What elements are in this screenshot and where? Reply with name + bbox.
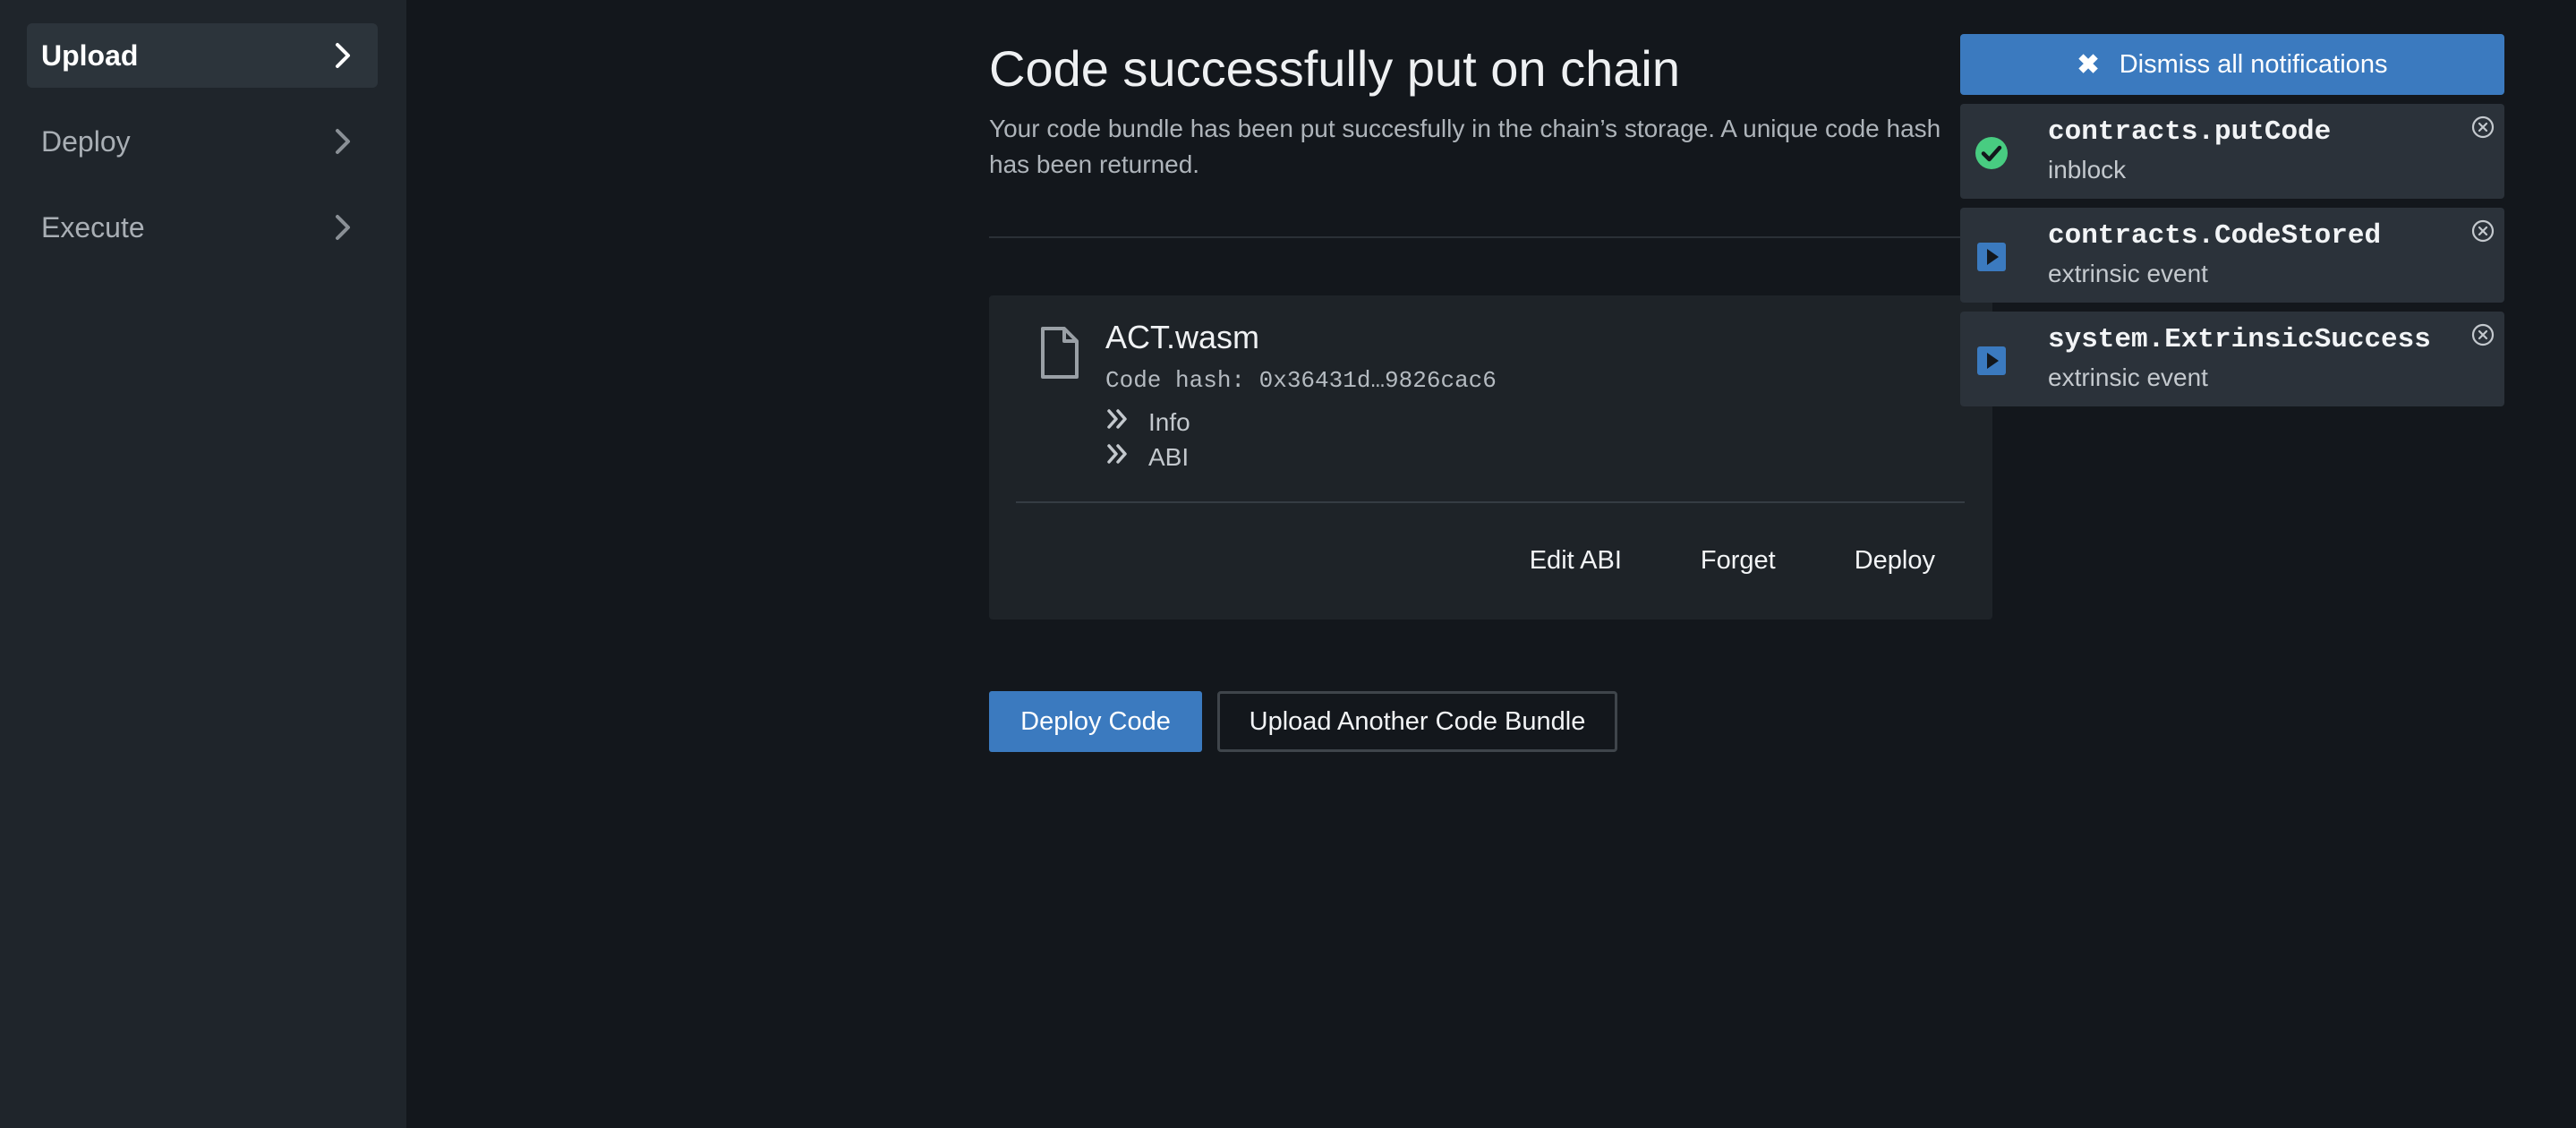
file-icon <box>1039 326 1080 380</box>
notification-status: inblock <box>2048 156 2127 184</box>
sidebar-item-execute[interactable]: Execute <box>27 195 378 260</box>
chevron-right-icon <box>329 214 356 241</box>
page-title: Code successfully put on chain <box>989 40 1680 97</box>
notification-item: system.ExtrinsicSuccess extrinsic event <box>1960 312 2504 406</box>
close-circle-icon[interactable] <box>2470 218 2495 244</box>
close-icon: ✖ <box>2077 49 2100 80</box>
upload-another-button[interactable]: Upload Another Code Bundle <box>1217 691 1617 752</box>
notification-status: extrinsic event <box>2048 363 2208 391</box>
close-circle-icon[interactable] <box>2470 322 2495 347</box>
sidebar-item-deploy[interactable]: Deploy <box>27 109 378 174</box>
notification-title: contracts.putCode <box>2048 116 2332 148</box>
check-circle-icon <box>1975 136 2009 170</box>
play-square-icon <box>1975 344 2009 378</box>
info-expander[interactable]: Info <box>1105 406 1190 438</box>
code-bundle-card: ACT.wasm Code hash: 0x36431d…9826cac6 In… <box>989 295 1992 620</box>
double-chevron-right-icon <box>1105 441 1148 473</box>
notification-item: contracts.putCode inblock <box>1960 104 2504 199</box>
card-divider <box>1016 501 1965 503</box>
double-chevron-right-icon <box>1105 406 1148 438</box>
code-hash: Code hash: 0x36431d…9826cac6 <box>1105 367 1497 394</box>
sidebar-item-label: Deploy <box>41 124 131 158</box>
sidebar-item-upload[interactable]: Upload <box>27 23 378 88</box>
notification-status: extrinsic event <box>2048 260 2208 287</box>
play-square-icon <box>1975 240 2009 274</box>
chevron-right-icon <box>329 42 356 69</box>
dismiss-all-button[interactable]: ✖ Dismiss all notifications <box>1960 34 2504 95</box>
notification-title: system.ExtrinsicSuccess <box>2048 324 2431 355</box>
card-actions: Edit ABI Forget Deploy <box>1530 546 1935 576</box>
expander-label: ABI <box>1148 442 1190 471</box>
forget-button[interactable]: Forget <box>1701 546 1776 576</box>
page-subtitle: Your code bundle has been put succesfull… <box>989 115 1941 178</box>
divider <box>989 236 1992 238</box>
file-name: ACT.wasm <box>1105 319 1260 355</box>
sidebar: Upload Deploy Execute <box>0 0 406 1128</box>
edit-abi-button[interactable]: Edit ABI <box>1530 546 1622 576</box>
sidebar-item-label: Upload <box>41 38 139 72</box>
deploy-code-button[interactable]: Deploy Code <box>989 691 1202 752</box>
notification-item: contracts.CodeStored extrinsic event <box>1960 208 2504 303</box>
deploy-button[interactable]: Deploy <box>1855 546 1935 576</box>
notification-title: contracts.CodeStored <box>2048 220 2382 252</box>
close-circle-icon[interactable] <box>2470 115 2495 140</box>
expander-label: Info <box>1148 407 1190 436</box>
chevron-right-icon <box>329 128 356 155</box>
sidebar-item-label: Execute <box>41 210 145 244</box>
dismiss-all-label: Dismiss all notifications <box>2119 49 2388 79</box>
abi-expander[interactable]: ABI <box>1105 441 1189 473</box>
